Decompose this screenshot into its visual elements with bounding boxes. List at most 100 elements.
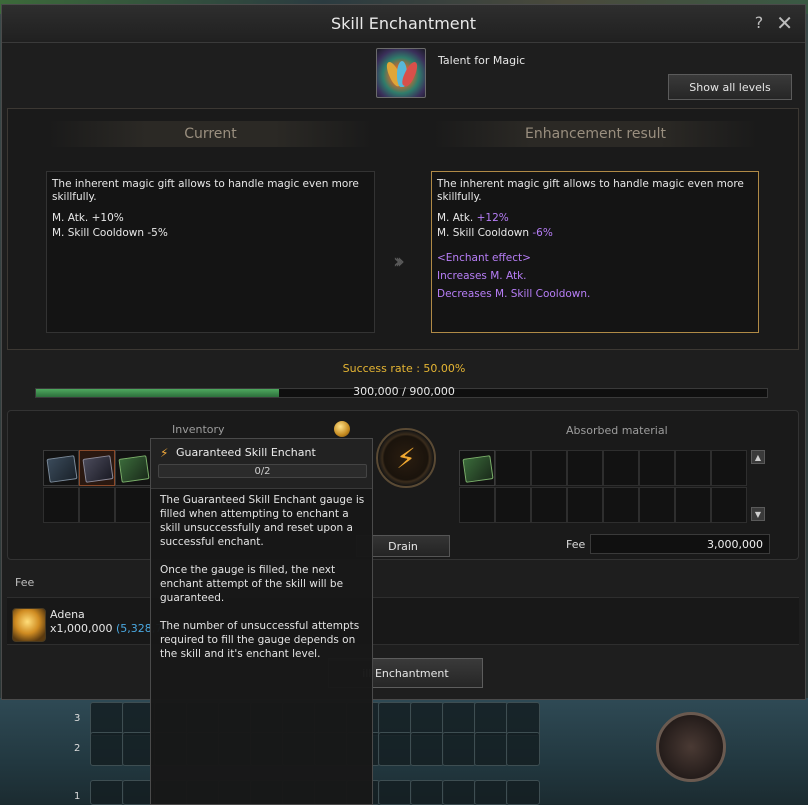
attack-sword-icon[interactable] bbox=[656, 712, 726, 782]
absorbed-material-slot[interactable] bbox=[459, 487, 495, 523]
enchant-effect-line-1: Increases M. Atk. bbox=[437, 270, 527, 282]
tooltip-body: The Guaranteed Skill Enchant gauge is fi… bbox=[160, 493, 365, 675]
adena-icon bbox=[12, 608, 46, 642]
hotbar-slot[interactable] bbox=[90, 732, 124, 766]
current-stat1-label: M. Atk. bbox=[52, 212, 92, 224]
tooltip-paragraph: The Guaranteed Skill Enchant gauge is fi… bbox=[160, 494, 365, 548]
absorbed-material-slot[interactable] bbox=[531, 487, 567, 523]
current-header: Current bbox=[48, 121, 373, 147]
hotbar-slot[interactable] bbox=[442, 702, 476, 736]
absorbed-material-slot[interactable] bbox=[495, 450, 531, 486]
absorb-fee-value: 3,000,000 bbox=[590, 534, 770, 554]
absorbed-material-slot[interactable] bbox=[675, 450, 711, 486]
close-button[interactable]: ✕ bbox=[776, 11, 793, 35]
hotbar-slot[interactable] bbox=[474, 780, 508, 805]
guaranteed-enchant-tooltip: ⚡ Guaranteed Skill Enchant 0/2 The Guara… bbox=[150, 438, 373, 805]
hotbar-row-number: 2 bbox=[74, 743, 81, 754]
talent-for-magic-icon bbox=[376, 48, 426, 98]
result-stat1-value: +12% bbox=[476, 212, 509, 224]
fee-row bbox=[7, 597, 799, 645]
success-rate: Success rate : 50.00% bbox=[342, 362, 466, 375]
absorbed-material-slot[interactable] bbox=[675, 487, 711, 523]
result-header: Enhancement result bbox=[433, 121, 758, 147]
enchant-lightning-icon[interactable]: ⚡ bbox=[376, 428, 436, 488]
hotbar-slot[interactable] bbox=[378, 732, 412, 766]
arrow-chevrons: ››› bbox=[393, 249, 405, 273]
inventory-slot[interactable] bbox=[79, 487, 115, 523]
scroll-up-button[interactable]: ▲ bbox=[751, 450, 765, 464]
absorbed-material-slot[interactable] bbox=[603, 450, 639, 486]
absorbed-material-slot[interactable] bbox=[639, 487, 675, 523]
fee-label: Fee bbox=[15, 576, 35, 589]
spellbook-icon bbox=[118, 455, 150, 483]
comparison-panel: Current Enhancement result The inherent … bbox=[7, 108, 799, 350]
guaranteed-gauge-text: 0/2 bbox=[254, 466, 271, 477]
enchant-effect-title: <Enchant effect> bbox=[437, 252, 531, 264]
hotbar-slot[interactable] bbox=[410, 702, 444, 736]
tooltip-title: Guaranteed Skill Enchant bbox=[176, 446, 316, 459]
current-description-box: The inherent magic gift allows to handle… bbox=[46, 171, 375, 333]
result-stat2-label: M. Skill Cooldown bbox=[437, 227, 533, 239]
absorbed-material-slot[interactable] bbox=[567, 450, 603, 486]
hotbar-slot[interactable] bbox=[410, 780, 444, 805]
show-all-levels-button[interactable]: Show all levels bbox=[668, 74, 792, 100]
absorbed-material-label: Absorbed material bbox=[566, 424, 668, 437]
action-dial[interactable] bbox=[608, 700, 768, 805]
enchant-effect-line-2: Decreases M. Skill Cooldown. bbox=[437, 288, 591, 300]
fee-item-name: Adena bbox=[50, 608, 85, 621]
spellbook-icon bbox=[82, 455, 114, 483]
inventory-slot[interactable] bbox=[115, 487, 151, 523]
window-title: Skill Enchantment bbox=[330, 14, 477, 33]
current-stat2-label: M. Skill Cooldown bbox=[52, 227, 148, 239]
hotbar-slot[interactable] bbox=[506, 702, 540, 736]
lightning-icon: ⚡ bbox=[160, 446, 169, 460]
current-stat2-value: -5% bbox=[147, 227, 168, 239]
hotbar-row-number: 3 bbox=[74, 713, 81, 724]
absorbed-material-slot[interactable] bbox=[711, 487, 747, 523]
hotbar-slot[interactable] bbox=[442, 732, 476, 766]
spellbook-icon bbox=[462, 455, 494, 483]
result-description: The inherent magic gift allows to handle… bbox=[437, 178, 744, 203]
hotbar-slot[interactable] bbox=[378, 780, 412, 805]
absorbed-material-slot[interactable] bbox=[495, 487, 531, 523]
tooltip-header: ⚡ Guaranteed Skill Enchant 0/2 bbox=[151, 439, 372, 489]
spellbook-icon bbox=[46, 455, 78, 483]
hotbar-slot[interactable] bbox=[474, 702, 508, 736]
inventory-label: Inventory bbox=[172, 423, 225, 436]
hotbar-slot[interactable] bbox=[442, 780, 476, 805]
hotbar-slot[interactable] bbox=[474, 732, 508, 766]
inventory-slot[interactable] bbox=[115, 450, 151, 486]
inventory-slot[interactable] bbox=[43, 487, 79, 523]
result-stat1-label: M. Atk. bbox=[437, 212, 477, 224]
absorbed-material-slot[interactable] bbox=[603, 487, 639, 523]
absorbed-material-slot[interactable] bbox=[459, 450, 495, 486]
current-description: The inherent magic gift allows to handle… bbox=[52, 178, 359, 203]
current-stat1-value: +10% bbox=[91, 212, 124, 224]
inventory-slot[interactable] bbox=[43, 450, 79, 486]
result-stat2-value: -6% bbox=[532, 227, 553, 239]
absorbed-material-slot[interactable] bbox=[711, 450, 747, 486]
guaranteed-gauge: 0/2 bbox=[158, 464, 367, 478]
absorbed-material-slot[interactable] bbox=[567, 487, 603, 523]
hotbar-slot[interactable] bbox=[506, 732, 540, 766]
tooltip-paragraph: The number of unsuccessful attempts requ… bbox=[160, 620, 360, 660]
hotbar-slot[interactable] bbox=[90, 780, 124, 805]
inventory-slot[interactable] bbox=[79, 450, 115, 486]
tooltip-paragraph: Once the gauge is filled, the next encha… bbox=[160, 564, 344, 604]
title-bar[interactable]: Skill Enchantment ? ✕ bbox=[2, 5, 805, 43]
hotbar-slot[interactable] bbox=[90, 702, 124, 736]
hotbar-slot[interactable] bbox=[410, 732, 444, 766]
add-adena-icon[interactable] bbox=[334, 421, 350, 437]
skill-name: Talent for Magic bbox=[438, 54, 526, 67]
hotbar-slot[interactable] bbox=[506, 780, 540, 805]
absorbed-material-slot[interactable] bbox=[639, 450, 675, 486]
scroll-down-button[interactable]: ▼ bbox=[751, 507, 765, 521]
hotbar-row-number: 1 bbox=[74, 791, 81, 802]
fee-required: x1,000,000 bbox=[50, 622, 113, 635]
hotbar-slot[interactable] bbox=[378, 702, 412, 736]
absorb-fee-label: Fee bbox=[566, 538, 586, 551]
result-description-box: The inherent magic gift allows to handle… bbox=[431, 171, 759, 333]
help-button[interactable]: ? bbox=[751, 13, 767, 32]
absorbed-material-slot[interactable] bbox=[531, 450, 567, 486]
enchant-gauge-text: 300,000 / 900,000 bbox=[353, 385, 455, 398]
